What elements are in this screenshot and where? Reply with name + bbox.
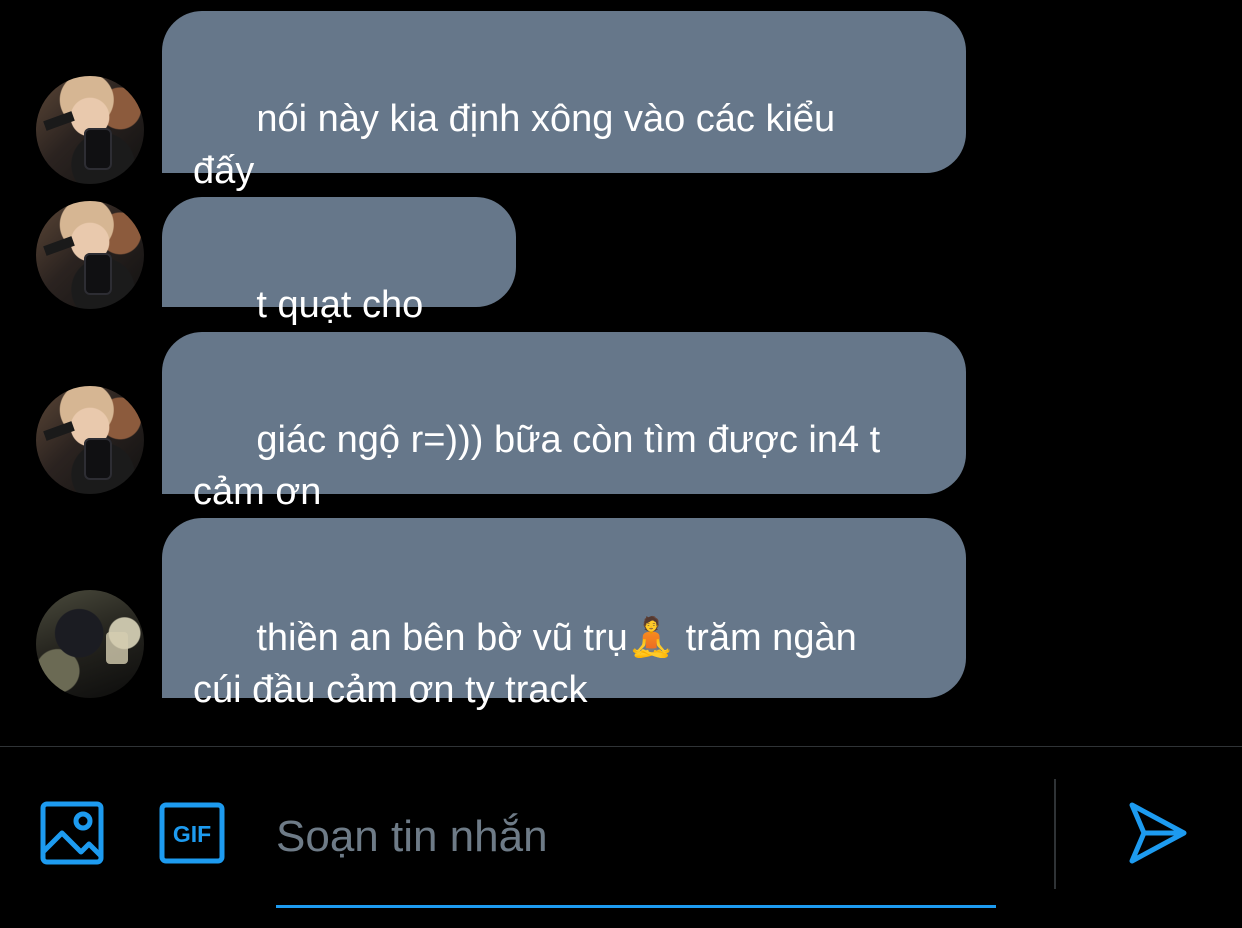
gif-icon: GIF [159, 802, 225, 864]
sender-avatar[interactable] [36, 590, 144, 698]
message-text: thiền an bên bờ vũ trụ🧘 trăm ngàn cúi đầ… [193, 617, 857, 711]
message-bubble[interactable]: nói này kia định xông vào các kiểu đấy [162, 11, 966, 192]
message-row-2: t quạt cho trận [0, 197, 1242, 378]
gif-button[interactable]: GIF [159, 802, 225, 864]
sender-avatar[interactable] [36, 386, 144, 494]
message-input[interactable] [276, 802, 996, 872]
sender-avatar[interactable] [36, 76, 144, 184]
send-button[interactable] [1126, 801, 1190, 865]
message-bubble[interactable]: giác ngộ r=))) bữa còn tìm được in4 t cả… [162, 332, 966, 513]
message-text: nói này kia định xông vào các kiểu đấy [193, 98, 836, 192]
composer-divider [1054, 779, 1056, 889]
message-input-wrapper [276, 790, 996, 908]
image-icon [40, 801, 104, 865]
message-row-1: nói này kia định xông vào các kiểu đấy [0, 11, 1242, 192]
message-row-3: giác ngộ r=))) bữa còn tìm được in4 t cả… [0, 332, 1242, 513]
message-bubble[interactable]: thiền an bên bờ vũ trụ🧘 trăm ngàn cúi đầ… [162, 518, 966, 711]
message-thread: nói này kia định xông vào các kiểu đấy t… [0, 0, 1242, 746]
sender-avatar[interactable] [36, 201, 144, 309]
send-icon [1129, 802, 1187, 864]
message-text: giác ngộ r=))) bữa còn tìm được in4 t cả… [193, 419, 881, 513]
message-bubble[interactable]: t quạt cho trận [162, 197, 516, 378]
image-button[interactable] [40, 801, 104, 865]
message-row-4: thiền an bên bờ vũ trụ🧘 trăm ngàn cúi đầ… [0, 518, 1242, 711]
gif-label: GIF [173, 821, 211, 847]
